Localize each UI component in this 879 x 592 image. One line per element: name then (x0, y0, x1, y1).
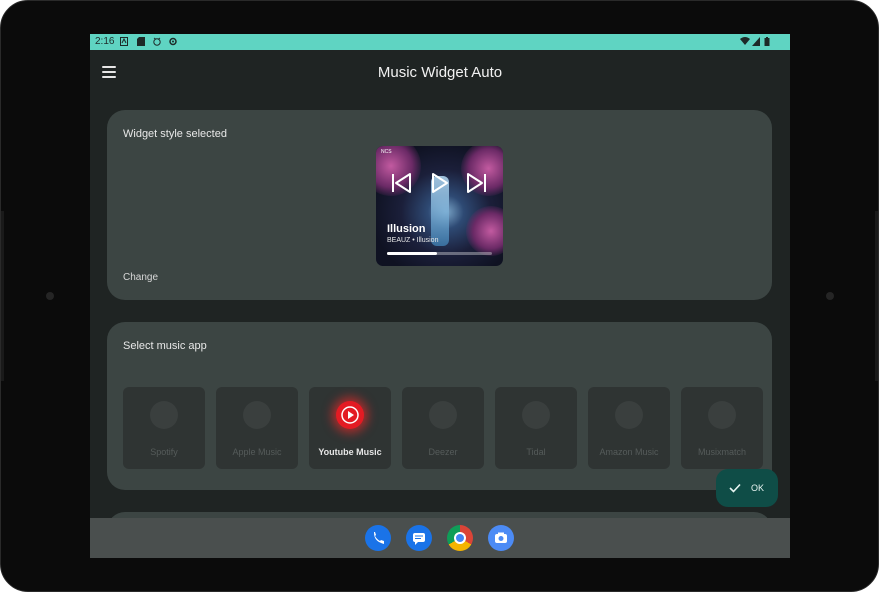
app-label: Spotify (150, 447, 178, 457)
app-tile-spotify[interactable]: Spotify (123, 387, 205, 469)
app-label: Apple Music (232, 447, 282, 457)
app-label: Amazon Music (599, 447, 659, 457)
apple-music-icon (243, 401, 271, 429)
youtube-music-icon (336, 401, 364, 429)
signal-icon (752, 37, 760, 46)
app-label: Deezer (428, 447, 458, 457)
app-tile-apple-music[interactable]: Apple Music (216, 387, 298, 469)
playback-controls (392, 173, 486, 193)
app-label: Youtube Music (318, 447, 382, 457)
camera-icon[interactable] (488, 525, 514, 551)
app-label: Musixmatch (697, 447, 746, 457)
change-button[interactable]: Change (123, 272, 158, 283)
page-title: Music Widget Auto (377, 64, 503, 81)
side-edge (1, 211, 4, 381)
messages-icon[interactable] (406, 525, 432, 551)
dock-bar (90, 518, 790, 558)
play-icon[interactable] (432, 173, 448, 193)
progress-bar[interactable] (387, 252, 492, 255)
widget-style-title: Widget style selected (123, 128, 227, 140)
app-bar: Music Widget Auto (90, 50, 790, 94)
screen: 2:16 Music Widget Auto Widget style sele… (90, 34, 790, 558)
brand-logo: NCS (381, 149, 392, 155)
status-bar: 2:16 (90, 34, 790, 50)
app-tile-youtube-music[interactable]: Youtube Music (309, 387, 391, 469)
deezer-icon (429, 401, 457, 429)
spotify-icon (150, 401, 178, 429)
chrome-icon[interactable] (447, 525, 473, 551)
progress-fill (387, 252, 438, 255)
battery-icon (764, 37, 770, 46)
ok-label: OK (751, 483, 765, 493)
app-tile-musixmatch[interactable]: Musixmatch (681, 387, 763, 469)
musixmatch-icon (708, 401, 736, 429)
alarm-icon (153, 37, 161, 46)
app-tile-deezer[interactable]: Deezer (402, 387, 484, 469)
widget-style-card: Widget style selected NCS Illusion BEAUZ… (107, 110, 772, 300)
music-app-card: Select music app Spotify Apple Music You… (107, 322, 772, 490)
phone-icon[interactable] (365, 525, 391, 551)
song-title: Illusion (387, 223, 426, 235)
ok-button[interactable]: OK (716, 469, 778, 507)
front-camera (46, 292, 54, 300)
app-tile-tidal[interactable]: Tidal (495, 387, 577, 469)
previous-icon[interactable] (392, 173, 411, 193)
artwork-glow (466, 206, 503, 256)
app-label: Tidal (526, 447, 546, 457)
sensor (826, 292, 834, 300)
check-icon (729, 483, 741, 493)
next-icon[interactable] (467, 173, 486, 193)
music-app-title: Select music app (123, 340, 207, 352)
status-time: 2:16 (95, 36, 115, 47)
settings-icon (169, 37, 177, 46)
side-edge (875, 211, 878, 381)
play-circle-icon (341, 406, 359, 424)
song-artist: BEAUZ • Illusion (387, 237, 439, 244)
app-tile-amazon-music[interactable]: Amazon Music (588, 387, 670, 469)
notification-icon (120, 37, 128, 46)
tidal-icon (522, 401, 550, 429)
widget-preview[interactable]: NCS Illusion BEAUZ • Illusion (376, 146, 503, 266)
sd-card-icon (137, 37, 145, 46)
wifi-icon (740, 37, 750, 45)
amazon-music-icon (615, 401, 643, 429)
